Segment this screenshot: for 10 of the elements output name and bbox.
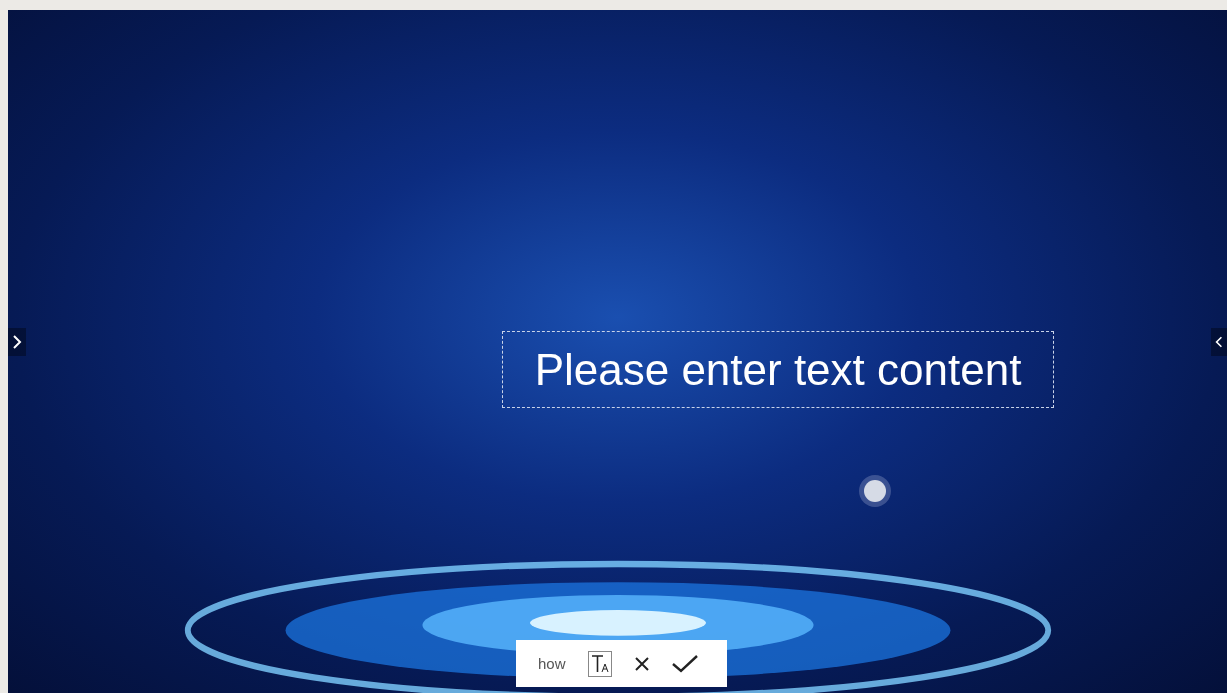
text-format-icon[interactable] [587, 650, 612, 677]
text-input-box[interactable]: Please enter text content [502, 331, 1054, 408]
checkmark-icon[interactable] [671, 654, 698, 673]
toolbar-label: how [538, 655, 566, 672]
previous-arrow-button[interactable] [1211, 328, 1227, 356]
chevron-right-icon[interactable] [12, 334, 22, 350]
drag-handle[interactable] [864, 480, 886, 502]
chevron-left-icon[interactable] [1215, 334, 1223, 350]
close-icon[interactable] [633, 655, 650, 672]
next-arrow-button[interactable] [8, 328, 26, 356]
